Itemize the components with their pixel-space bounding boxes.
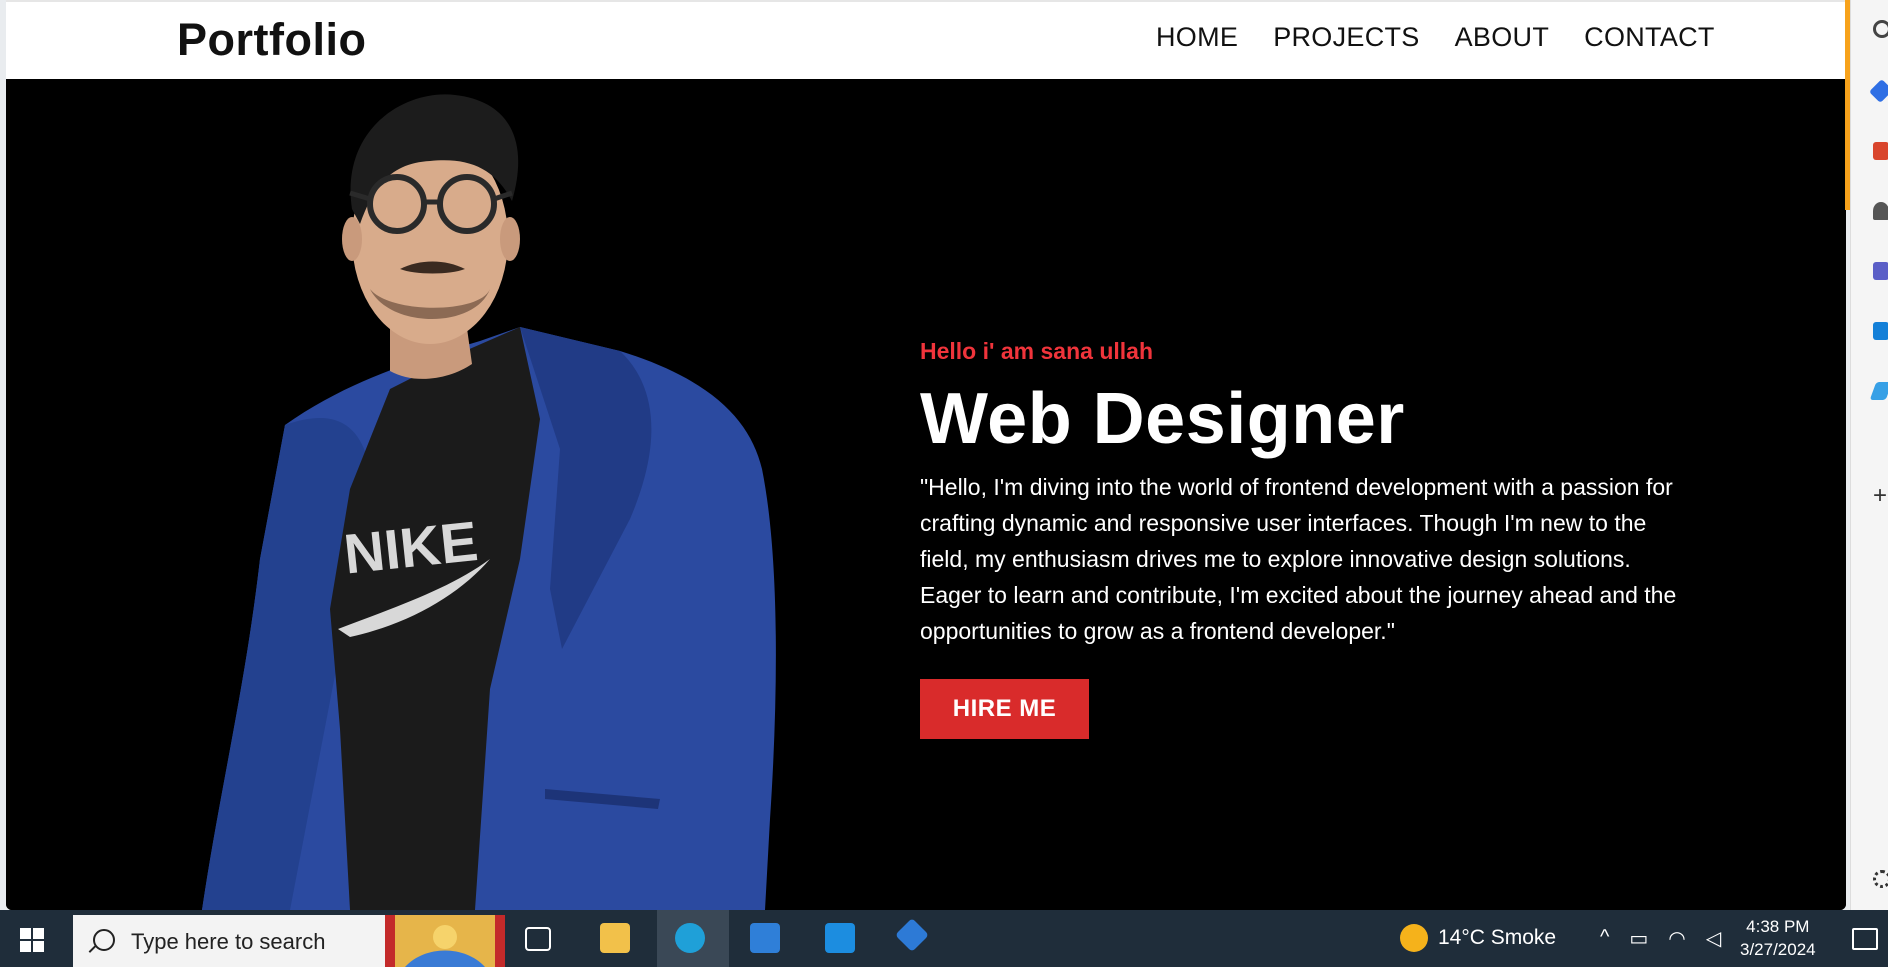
microsoft-store-icon[interactable]: [750, 923, 780, 953]
nav-link-about[interactable]: ABOUT: [1455, 22, 1550, 53]
mail-icon[interactable]: [825, 923, 855, 953]
games-icon[interactable]: [1873, 202, 1888, 220]
clock-date: 3/27/2024: [1740, 940, 1816, 959]
nav-menu: HOME PROJECTS ABOUT CONTACT: [1156, 22, 1715, 53]
wifi-icon[interactable]: ◠: [1668, 926, 1685, 951]
weather-text: 14°C Smoke: [1438, 926, 1557, 949]
nav-link-home[interactable]: HOME: [1156, 22, 1238, 53]
tools-icon[interactable]: [1873, 142, 1888, 160]
edge-icon[interactable]: [675, 923, 705, 953]
office-icon[interactable]: [1873, 262, 1888, 280]
system-tray: ^ ▭ ◠ ◁: [1600, 926, 1721, 951]
task-view-icon[interactable]: [525, 927, 551, 951]
clock[interactable]: 4:38 PM 3/27/2024: [1740, 915, 1816, 961]
taskbar-search[interactable]: Type here to search: [73, 915, 385, 967]
hero-greeting: Hello i' am sana ullah: [920, 338, 1153, 364]
notification-icon[interactable]: [1852, 928, 1878, 950]
battery-icon[interactable]: ▭: [1629, 926, 1648, 951]
file-explorer-icon[interactable]: [600, 923, 630, 953]
hero-title: Web Designer: [920, 379, 1405, 459]
copilot-icon[interactable]: [1868, 78, 1888, 104]
add-icon[interactable]: +: [1873, 482, 1888, 509]
clock-time: 4:38 PM: [1746, 917, 1810, 936]
navbar: Portfolio HOME PROJECTS ABOUT CONTACT: [6, 0, 1846, 79]
nav-link-projects[interactable]: PROJECTS: [1273, 22, 1419, 53]
hero-description: "Hello, I'm diving into the world of fro…: [920, 474, 1677, 644]
outlook-icon[interactable]: [1873, 322, 1888, 340]
browser-sidebar: +: [1850, 0, 1888, 910]
volume-icon[interactable]: ◁: [1706, 926, 1721, 951]
nav-link-contact[interactable]: CONTACT: [1584, 22, 1715, 53]
weather-widget[interactable]: 14°C Smoke: [1400, 924, 1556, 952]
search-highlight-image[interactable]: [385, 915, 505, 967]
brand-logo[interactable]: Portfolio: [177, 14, 366, 66]
chevron-up-icon[interactable]: ^: [1600, 926, 1609, 951]
vscode-icon[interactable]: [895, 918, 929, 952]
hero-text: Hello i' am sana ullah Web Designer "Hel…: [920, 338, 1680, 649]
search-icon[interactable]: [1873, 20, 1888, 38]
profile-photo: NIKE: [202, 94, 776, 910]
hire-me-button[interactable]: HIRE ME: [920, 679, 1089, 739]
search-icon: [93, 929, 115, 951]
taskbar: Type here to search 14°C Smoke ^ ▭ ◠ ◁ 4…: [0, 910, 1888, 967]
search-placeholder: Type here to search: [131, 929, 326, 954]
weather-sun-icon: [1400, 924, 1428, 952]
settings-icon[interactable]: [1873, 870, 1888, 888]
send-icon[interactable]: [1869, 382, 1888, 400]
windows-start-icon[interactable]: [20, 928, 44, 952]
